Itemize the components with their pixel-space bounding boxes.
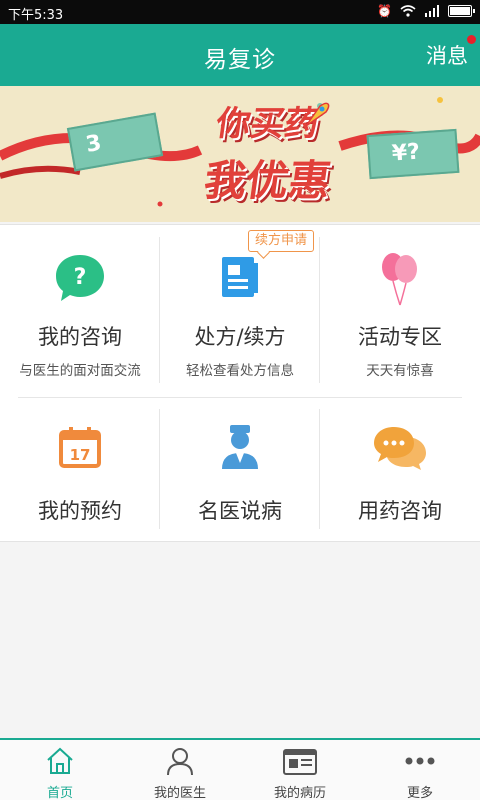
tab-label: 我的病历 xyxy=(273,786,326,800)
balloons-icon xyxy=(382,253,417,306)
status-bar: 下午5:33 ⏰ xyxy=(0,0,480,24)
status-icons: ⏰ xyxy=(377,4,475,18)
tab-home[interactable]: 首页 xyxy=(0,740,120,800)
chat-bubbles-icon xyxy=(374,427,426,470)
medical-record-icon xyxy=(283,749,317,775)
chat-question-icon: ? xyxy=(56,255,104,301)
grid-item-medication-consult[interactable]: 用药咨询 xyxy=(320,399,480,543)
grid-label: 用药咨询 xyxy=(358,499,442,523)
banner-headline: 你买药 我优惠 xyxy=(168,96,368,208)
grid-label: 我的咨询 xyxy=(38,325,122,349)
notification-dot xyxy=(467,35,476,44)
grid-subtitle: 与医生的面对面交流 xyxy=(19,363,141,379)
grid-label: 处方/续方 xyxy=(194,325,286,349)
grid-label: 名医说病 xyxy=(198,499,282,523)
grid-subtitle: 天天有惊喜 xyxy=(366,363,434,379)
doctor-icon xyxy=(222,425,258,469)
calendar-icon: 17 xyxy=(59,427,101,468)
wifi-icon xyxy=(400,5,416,17)
tab-my-doctor[interactable]: 我的医生 xyxy=(120,740,240,800)
app-title: 易复诊 xyxy=(204,47,276,73)
tab-label: 首页 xyxy=(46,786,73,800)
top-nav-bar: 易复诊 消息 xyxy=(0,24,480,86)
rocket-icon xyxy=(305,102,330,127)
tab-more[interactable]: 更多 xyxy=(360,740,480,800)
banner-line-1: 你买药 xyxy=(213,104,322,144)
calendar-day: 17 xyxy=(70,446,91,464)
grid-item-my-consultation[interactable]: ? 我的咨询 与医生的面对面交流 xyxy=(0,225,160,397)
svg-text:?: ? xyxy=(74,265,87,290)
grid-item-my-appointments[interactable]: 17 我的预约 xyxy=(0,399,160,543)
tab-label: 更多 xyxy=(406,786,433,800)
grid-label: 我的预约 xyxy=(38,499,122,523)
grid-item-famous-doctors[interactable]: 名医说病 xyxy=(160,399,320,543)
battery-icon xyxy=(448,5,475,17)
status-time: 下午5:33 xyxy=(8,8,64,23)
more-icon xyxy=(405,757,435,765)
coupon-ticket-right: ¥? xyxy=(366,128,460,180)
person-icon xyxy=(167,748,193,776)
renew-prescription-badge[interactable]: 续方申请 xyxy=(248,230,315,252)
divider xyxy=(18,397,462,398)
alarm-icon: ⏰ xyxy=(377,4,392,18)
promo-banner[interactable]: 3 ¥? 你买药 我优惠 xyxy=(0,86,480,222)
bottom-tab-bar: 首页 我的医生 我的病历 更多 xyxy=(0,738,480,800)
messages-button[interactable]: 消息 xyxy=(426,40,468,70)
function-grid: ? 我的咨询 与医生的面对面交流 处方/续方 轻松查看处方信息 活动专区 天天有… xyxy=(0,224,480,542)
tab-label: 我的医生 xyxy=(153,786,206,800)
grid-subtitle: 轻松查看处方信息 xyxy=(186,363,294,379)
grid-label: 活动专区 xyxy=(358,325,442,349)
banner-line-2: 我优惠 xyxy=(201,156,335,205)
prescription-icon xyxy=(222,257,258,297)
grid-item-activities[interactable]: 活动专区 天天有惊喜 xyxy=(320,225,480,397)
signal-icon xyxy=(425,5,439,17)
home-icon xyxy=(47,747,73,774)
tab-medical-record[interactable]: 我的病历 xyxy=(240,740,360,800)
